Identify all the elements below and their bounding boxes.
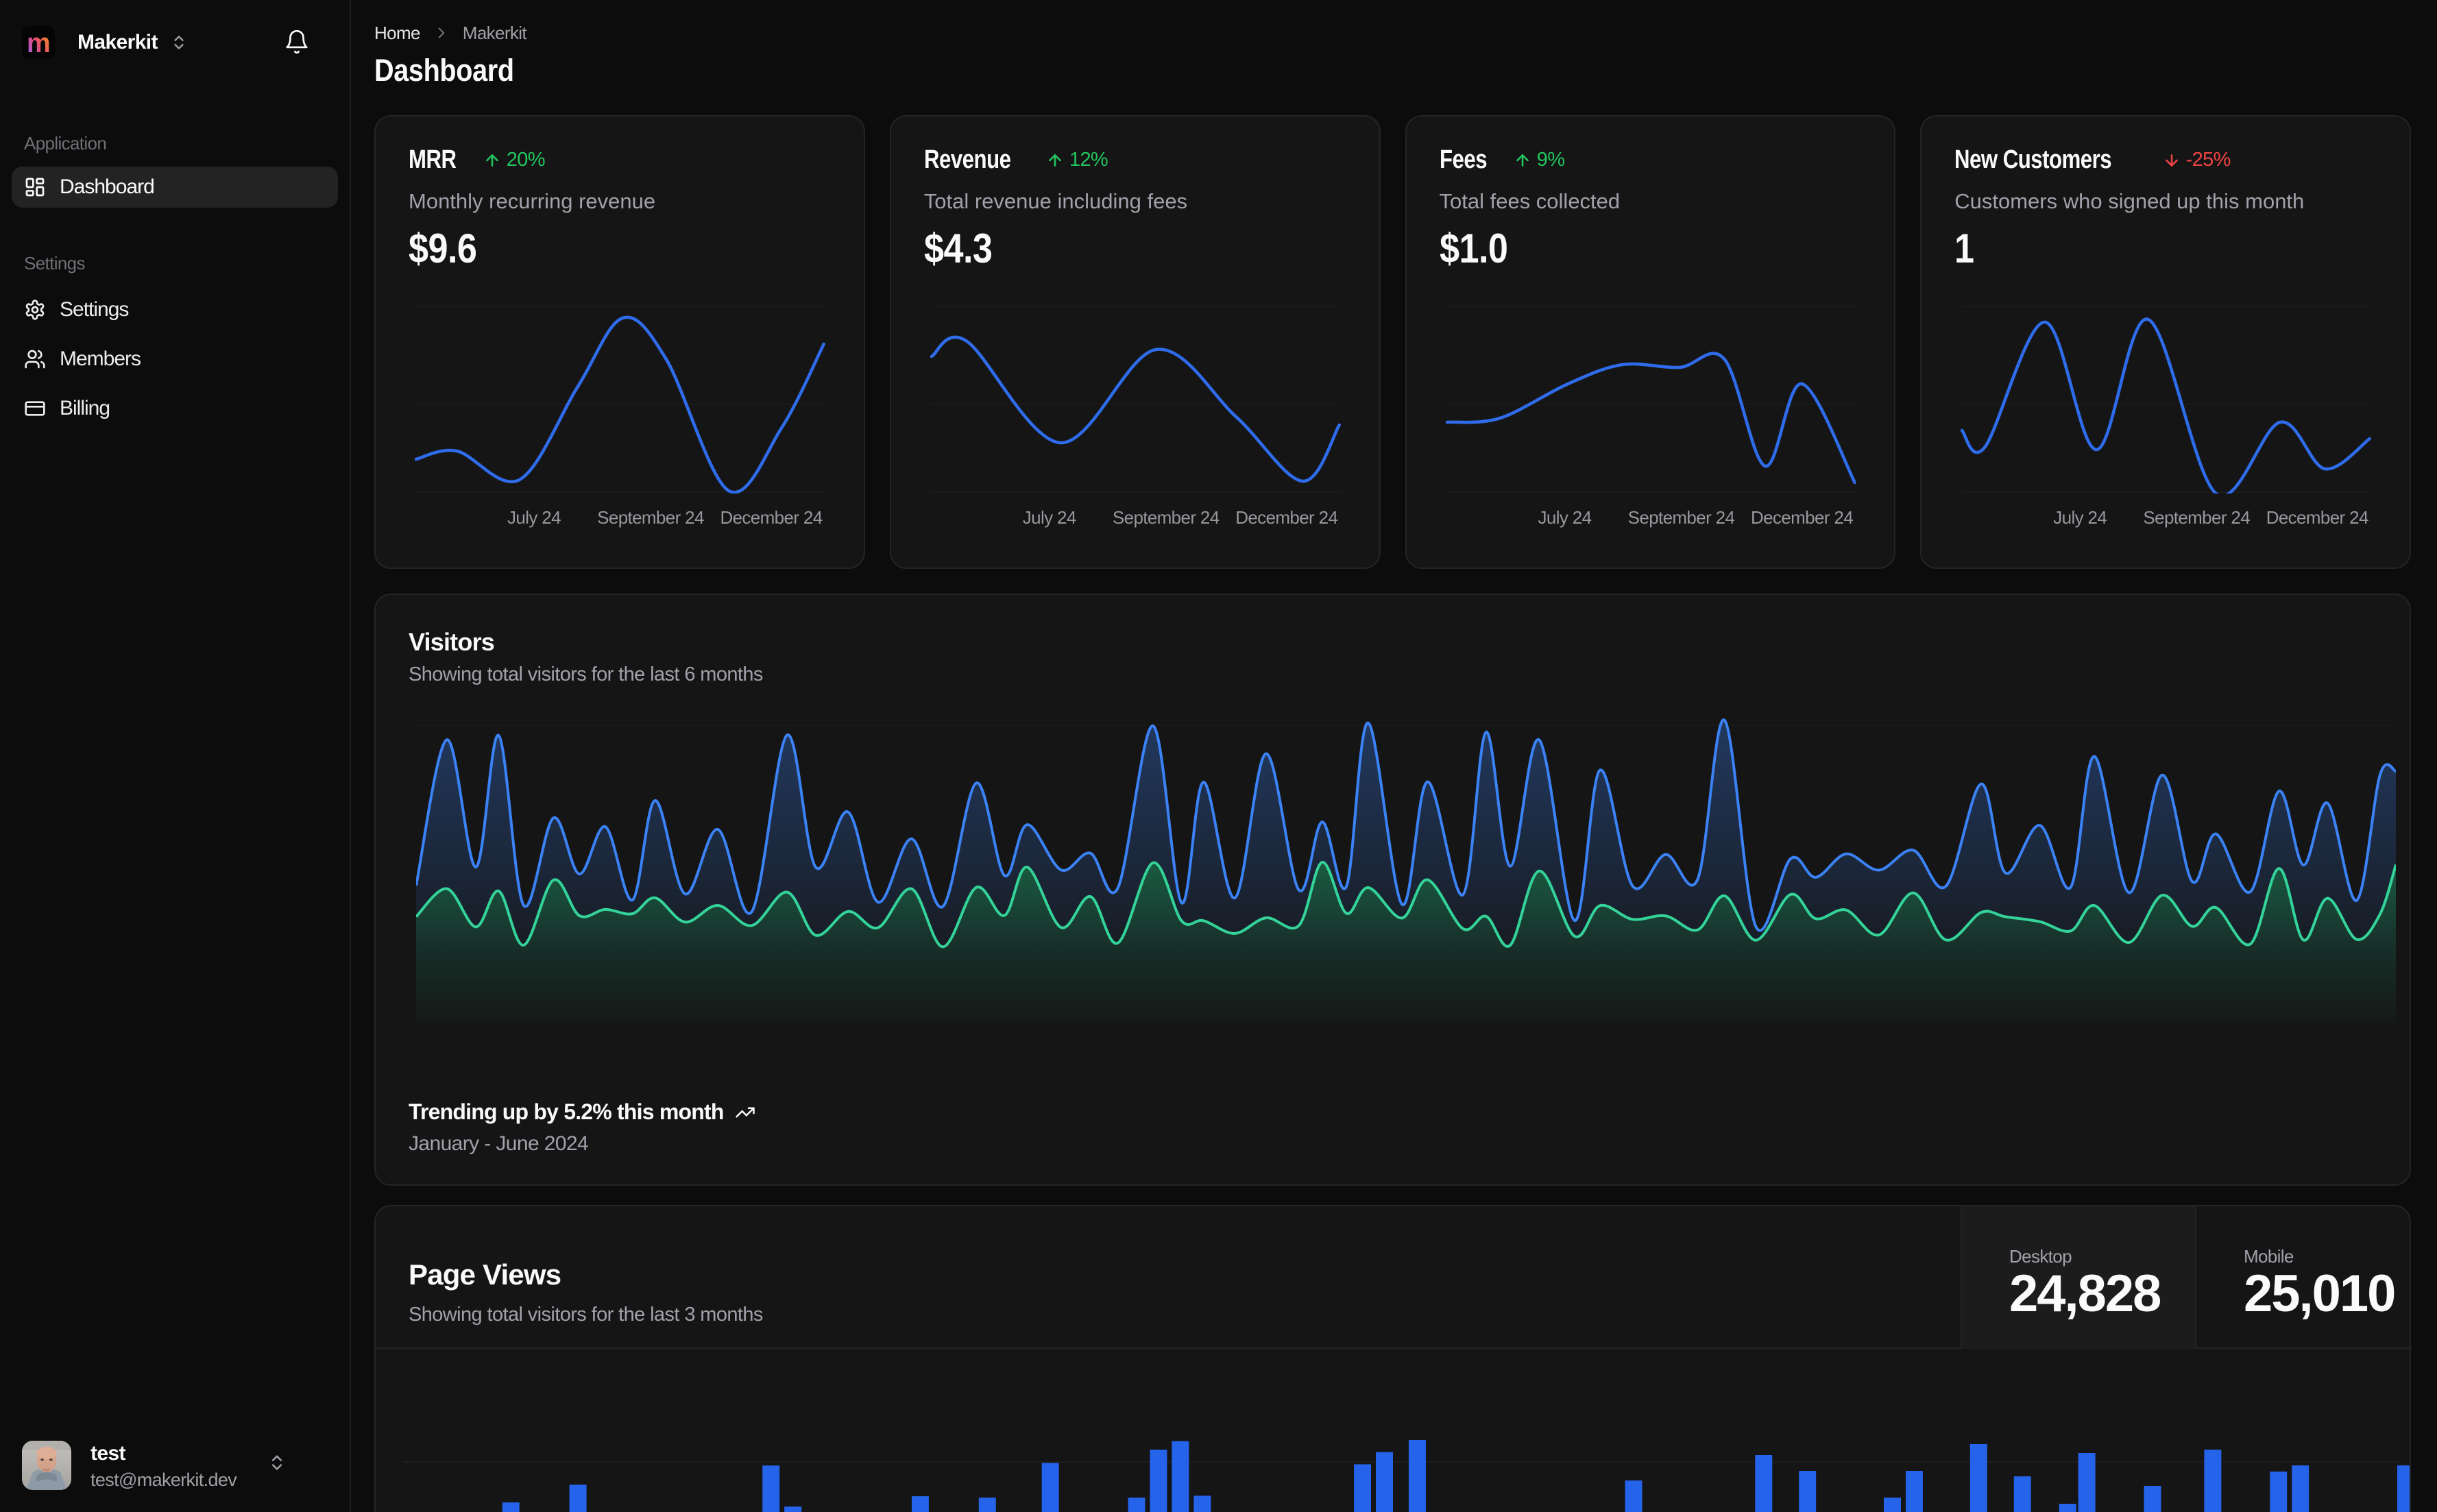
svg-text:m: m: [27, 28, 50, 58]
